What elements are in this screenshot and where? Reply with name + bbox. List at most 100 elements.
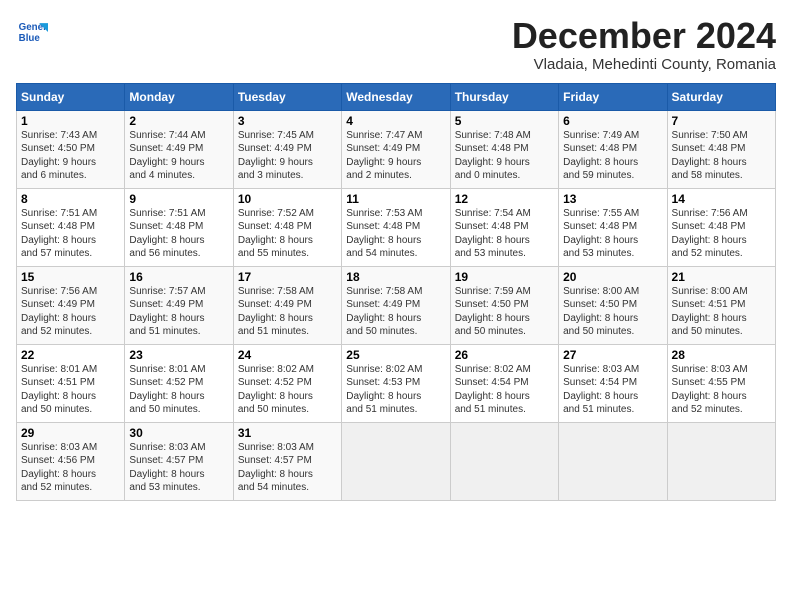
day-number: 6: [563, 114, 662, 128]
calendar-cell: 11Sunrise: 7:53 AM Sunset: 4:48 PM Dayli…: [342, 188, 450, 266]
calendar-cell: 12Sunrise: 7:54 AM Sunset: 4:48 PM Dayli…: [450, 188, 558, 266]
calendar-cell: 15Sunrise: 7:56 AM Sunset: 4:49 PM Dayli…: [17, 266, 125, 344]
calendar-cell: 19Sunrise: 7:59 AM Sunset: 4:50 PM Dayli…: [450, 266, 558, 344]
day-number: 17: [238, 270, 337, 284]
day-info: Sunrise: 8:03 AM Sunset: 4:54 PM Dayligh…: [563, 363, 662, 417]
svg-text:Blue: Blue: [19, 33, 41, 44]
calendar-cell: 26Sunrise: 8:02 AM Sunset: 4:54 PM Dayli…: [450, 344, 558, 422]
logo-icon: General Blue: [16, 16, 48, 48]
calendar-cell: 14Sunrise: 7:56 AM Sunset: 4:48 PM Dayli…: [667, 188, 775, 266]
month-title: December 2024: [512, 16, 776, 56]
day-info: Sunrise: 7:53 AM Sunset: 4:48 PM Dayligh…: [346, 207, 445, 261]
day-info: Sunrise: 7:51 AM Sunset: 4:48 PM Dayligh…: [129, 207, 228, 261]
day-number: 25: [346, 348, 445, 362]
day-info: Sunrise: 7:55 AM Sunset: 4:48 PM Dayligh…: [563, 207, 662, 261]
calendar-cell: 28Sunrise: 8:03 AM Sunset: 4:55 PM Dayli…: [667, 344, 775, 422]
weekday-header-wednesday: Wednesday: [342, 83, 450, 110]
day-number: 2: [129, 114, 228, 128]
day-info: Sunrise: 7:48 AM Sunset: 4:48 PM Dayligh…: [455, 129, 554, 183]
day-info: Sunrise: 8:03 AM Sunset: 4:57 PM Dayligh…: [238, 441, 337, 495]
day-number: 1: [21, 114, 120, 128]
calendar-table: SundayMondayTuesdayWednesdayThursdayFrid…: [16, 83, 776, 501]
day-number: 9: [129, 192, 228, 206]
day-info: Sunrise: 7:56 AM Sunset: 4:49 PM Dayligh…: [21, 285, 120, 339]
calendar-body: 1Sunrise: 7:43 AM Sunset: 4:50 PM Daylig…: [17, 110, 776, 500]
calendar-cell: 2Sunrise: 7:44 AM Sunset: 4:49 PM Daylig…: [125, 110, 233, 188]
day-number: 27: [563, 348, 662, 362]
location-title: Vladaia, Mehedinti County, Romania: [512, 56, 776, 73]
day-info: Sunrise: 7:57 AM Sunset: 4:49 PM Dayligh…: [129, 285, 228, 339]
weekday-header-monday: Monday: [125, 83, 233, 110]
calendar-week-2: 8 Sunrise: 7:51 AM Sunset: 4:48 PM Daylig…: [17, 188, 776, 266]
weekday-header-tuesday: Tuesday: [233, 83, 341, 110]
calendar-cell: 18Sunrise: 7:58 AM Sunset: 4:49 PM Dayli…: [342, 266, 450, 344]
day-info: Sunrise: 7:47 AM Sunset: 4:49 PM Dayligh…: [346, 129, 445, 183]
calendar-cell: 24Sunrise: 8:02 AM Sunset: 4:52 PM Dayli…: [233, 344, 341, 422]
day-info: Sunrise: 8:01 AM Sunset: 4:51 PM Dayligh…: [21, 363, 120, 417]
day-number: 28: [672, 348, 771, 362]
calendar-week-5: 29Sunrise: 8:03 AM Sunset: 4:56 PM Dayli…: [17, 422, 776, 500]
day-number: 26: [455, 348, 554, 362]
day-number: 23: [129, 348, 228, 362]
day-number: 12: [455, 192, 554, 206]
page-header: General Blue December 2024 Vladaia, Mehe…: [16, 16, 776, 73]
calendar-cell: 30Sunrise: 8:03 AM Sunset: 4:57 PM Dayli…: [125, 422, 233, 500]
day-info: Sunrise: 7:58 AM Sunset: 4:49 PM Dayligh…: [238, 285, 337, 339]
day-info: Sunrise: 7:50 AM Sunset: 4:48 PM Dayligh…: [672, 129, 771, 183]
calendar-cell: 1Sunrise: 7:43 AM Sunset: 4:50 PM Daylig…: [17, 110, 125, 188]
day-number: 30: [129, 426, 228, 440]
title-area: December 2024 Vladaia, Mehedinti County,…: [512, 16, 776, 73]
weekday-header-saturday: Saturday: [667, 83, 775, 110]
calendar-cell: 4Sunrise: 7:47 AM Sunset: 4:49 PM Daylig…: [342, 110, 450, 188]
calendar-cell: 22Sunrise: 8:01 AM Sunset: 4:51 PM Dayli…: [17, 344, 125, 422]
day-number: 3: [238, 114, 337, 128]
weekday-header-row: SundayMondayTuesdayWednesdayThursdayFrid…: [17, 83, 776, 110]
calendar-cell: 5Sunrise: 7:48 AM Sunset: 4:48 PM Daylig…: [450, 110, 558, 188]
weekday-header-friday: Friday: [559, 83, 667, 110]
day-info: Sunrise: 7:44 AM Sunset: 4:49 PM Dayligh…: [129, 129, 228, 183]
calendar-cell: [342, 422, 450, 500]
calendar-cell: 7Sunrise: 7:50 AM Sunset: 4:48 PM Daylig…: [667, 110, 775, 188]
calendar-week-3: 15Sunrise: 7:56 AM Sunset: 4:49 PM Dayli…: [17, 266, 776, 344]
calendar-cell: 10Sunrise: 7:52 AM Sunset: 4:48 PM Dayli…: [233, 188, 341, 266]
day-info: Sunrise: 7:56 AM Sunset: 4:48 PM Dayligh…: [672, 207, 771, 261]
day-number: 22: [21, 348, 120, 362]
weekday-header-thursday: Thursday: [450, 83, 558, 110]
day-info: Sunrise: 7:43 AM Sunset: 4:50 PM Dayligh…: [21, 129, 120, 183]
day-info: Sunrise: 7:58 AM Sunset: 4:49 PM Dayligh…: [346, 285, 445, 339]
calendar-cell: 6Sunrise: 7:49 AM Sunset: 4:48 PM Daylig…: [559, 110, 667, 188]
calendar-cell: 16Sunrise: 7:57 AM Sunset: 4:49 PM Dayli…: [125, 266, 233, 344]
calendar-cell: 3Sunrise: 7:45 AM Sunset: 4:49 PM Daylig…: [233, 110, 341, 188]
day-info: Sunrise: 8:00 AM Sunset: 4:51 PM Dayligh…: [672, 285, 771, 339]
day-number: 18: [346, 270, 445, 284]
day-number: 4: [346, 114, 445, 128]
weekday-header-sunday: Sunday: [17, 83, 125, 110]
day-number: 13: [563, 192, 662, 206]
day-info: Sunrise: 8:03 AM Sunset: 4:57 PM Dayligh…: [129, 441, 228, 495]
day-number: 8: [21, 192, 120, 206]
day-info: Sunrise: 7:45 AM Sunset: 4:49 PM Dayligh…: [238, 129, 337, 183]
calendar-cell: 23Sunrise: 8:01 AM Sunset: 4:52 PM Dayli…: [125, 344, 233, 422]
day-number: 5: [455, 114, 554, 128]
day-number: 21: [672, 270, 771, 284]
calendar-cell: 13Sunrise: 7:55 AM Sunset: 4:48 PM Dayli…: [559, 188, 667, 266]
day-number: 16: [129, 270, 228, 284]
day-info: Sunrise: 8:03 AM Sunset: 4:56 PM Dayligh…: [21, 441, 120, 495]
day-info: Sunrise: 7:49 AM Sunset: 4:48 PM Dayligh…: [563, 129, 662, 183]
day-info: Sunrise: 7:52 AM Sunset: 4:48 PM Dayligh…: [238, 207, 337, 261]
day-info: Sunrise: 8:02 AM Sunset: 4:52 PM Dayligh…: [238, 363, 337, 417]
calendar-cell: 17Sunrise: 7:58 AM Sunset: 4:49 PM Dayli…: [233, 266, 341, 344]
calendar-cell: 25Sunrise: 8:02 AM Sunset: 4:53 PM Dayli…: [342, 344, 450, 422]
day-number: 31: [238, 426, 337, 440]
day-number: 7: [672, 114, 771, 128]
calendar-cell: 8Sunrise: 7:51 AM Sunset: 4:48 PM Daylig…: [17, 188, 125, 266]
day-number: 20: [563, 270, 662, 284]
day-info: Sunrise: 8:00 AM Sunset: 4:50 PM Dayligh…: [563, 285, 662, 339]
calendar-cell: 27Sunrise: 8:03 AM Sunset: 4:54 PM Dayli…: [559, 344, 667, 422]
day-number: 15: [21, 270, 120, 284]
calendar-cell: [559, 422, 667, 500]
calendar-cell: 20Sunrise: 8:00 AM Sunset: 4:50 PM Dayli…: [559, 266, 667, 344]
calendar-cell: 31Sunrise: 8:03 AM Sunset: 4:57 PM Dayli…: [233, 422, 341, 500]
day-number: 19: [455, 270, 554, 284]
calendar-week-4: 22Sunrise: 8:01 AM Sunset: 4:51 PM Dayli…: [17, 344, 776, 422]
